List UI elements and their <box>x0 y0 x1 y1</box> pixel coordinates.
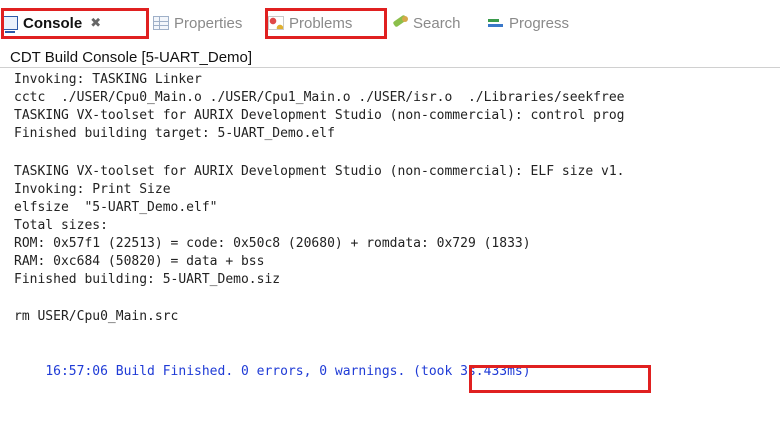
build-duration: (took 3s.433ms) <box>413 364 531 379</box>
close-icon[interactable]: ✖ <box>90 15 101 31</box>
console-line: cctc ./USER/Cpu0_Main.o ./USER/Cpu1_Main… <box>14 90 625 105</box>
console-output[interactable]: Invoking: TASKING Linker cctc ./USER/Cpu… <box>14 71 780 421</box>
view-tab-bar: Console ✖ Properties Problems Search Pro… <box>0 0 780 44</box>
console-line: Finished building target: 5-UART_Demo.el… <box>14 126 335 141</box>
console-line: RAM: 0xc684 (50820) = data + bss <box>14 254 265 269</box>
tab-search-label: Search <box>413 14 461 32</box>
console-title: CDT Build Console [5-UART_Demo] <box>10 49 253 66</box>
search-icon <box>392 16 408 30</box>
progress-icon <box>488 16 504 30</box>
build-finished-line: 16:57:06 Build Finished. 0 errors, 0 war… <box>14 345 530 379</box>
tab-properties-label: Properties <box>174 14 243 32</box>
tab-console[interactable]: Console ✖ <box>2 12 147 34</box>
console-icon <box>2 16 18 33</box>
tab-problems[interactable]: Problems <box>268 12 352 34</box>
tab-problems-label: Problems <box>289 14 353 32</box>
tab-search[interactable]: Search <box>392 12 461 34</box>
console-line: ROM: 0x57f1 (22513) = code: 0x50c8 (2068… <box>14 236 531 251</box>
console-line: rm USER/Cpu0_Main.src <box>14 309 179 324</box>
console-line: TASKING VX-toolset for AURIX Development… <box>14 108 625 123</box>
properties-icon <box>153 16 169 30</box>
build-finished-text: 16:57:06 Build Finished. 0 errors, 0 war… <box>45 364 414 379</box>
tab-progress[interactable]: Progress <box>488 12 569 34</box>
console-line: Total sizes: <box>14 218 108 233</box>
divider <box>0 67 780 68</box>
console-line: Invoking: TASKING Linker <box>14 72 202 87</box>
console-line: Finished building: 5-UART_Demo.siz <box>14 272 281 287</box>
problems-icon <box>268 16 284 30</box>
tab-properties[interactable]: Properties <box>153 12 242 34</box>
tab-progress-label: Progress <box>509 14 570 32</box>
console-line: elfsize "5-UART_Demo.elf" <box>14 200 218 215</box>
tab-console-label: Console <box>23 14 83 32</box>
console-line: TASKING VX-toolset for AURIX Development… <box>14 164 625 179</box>
console-line: Invoking: Print Size <box>14 182 171 197</box>
